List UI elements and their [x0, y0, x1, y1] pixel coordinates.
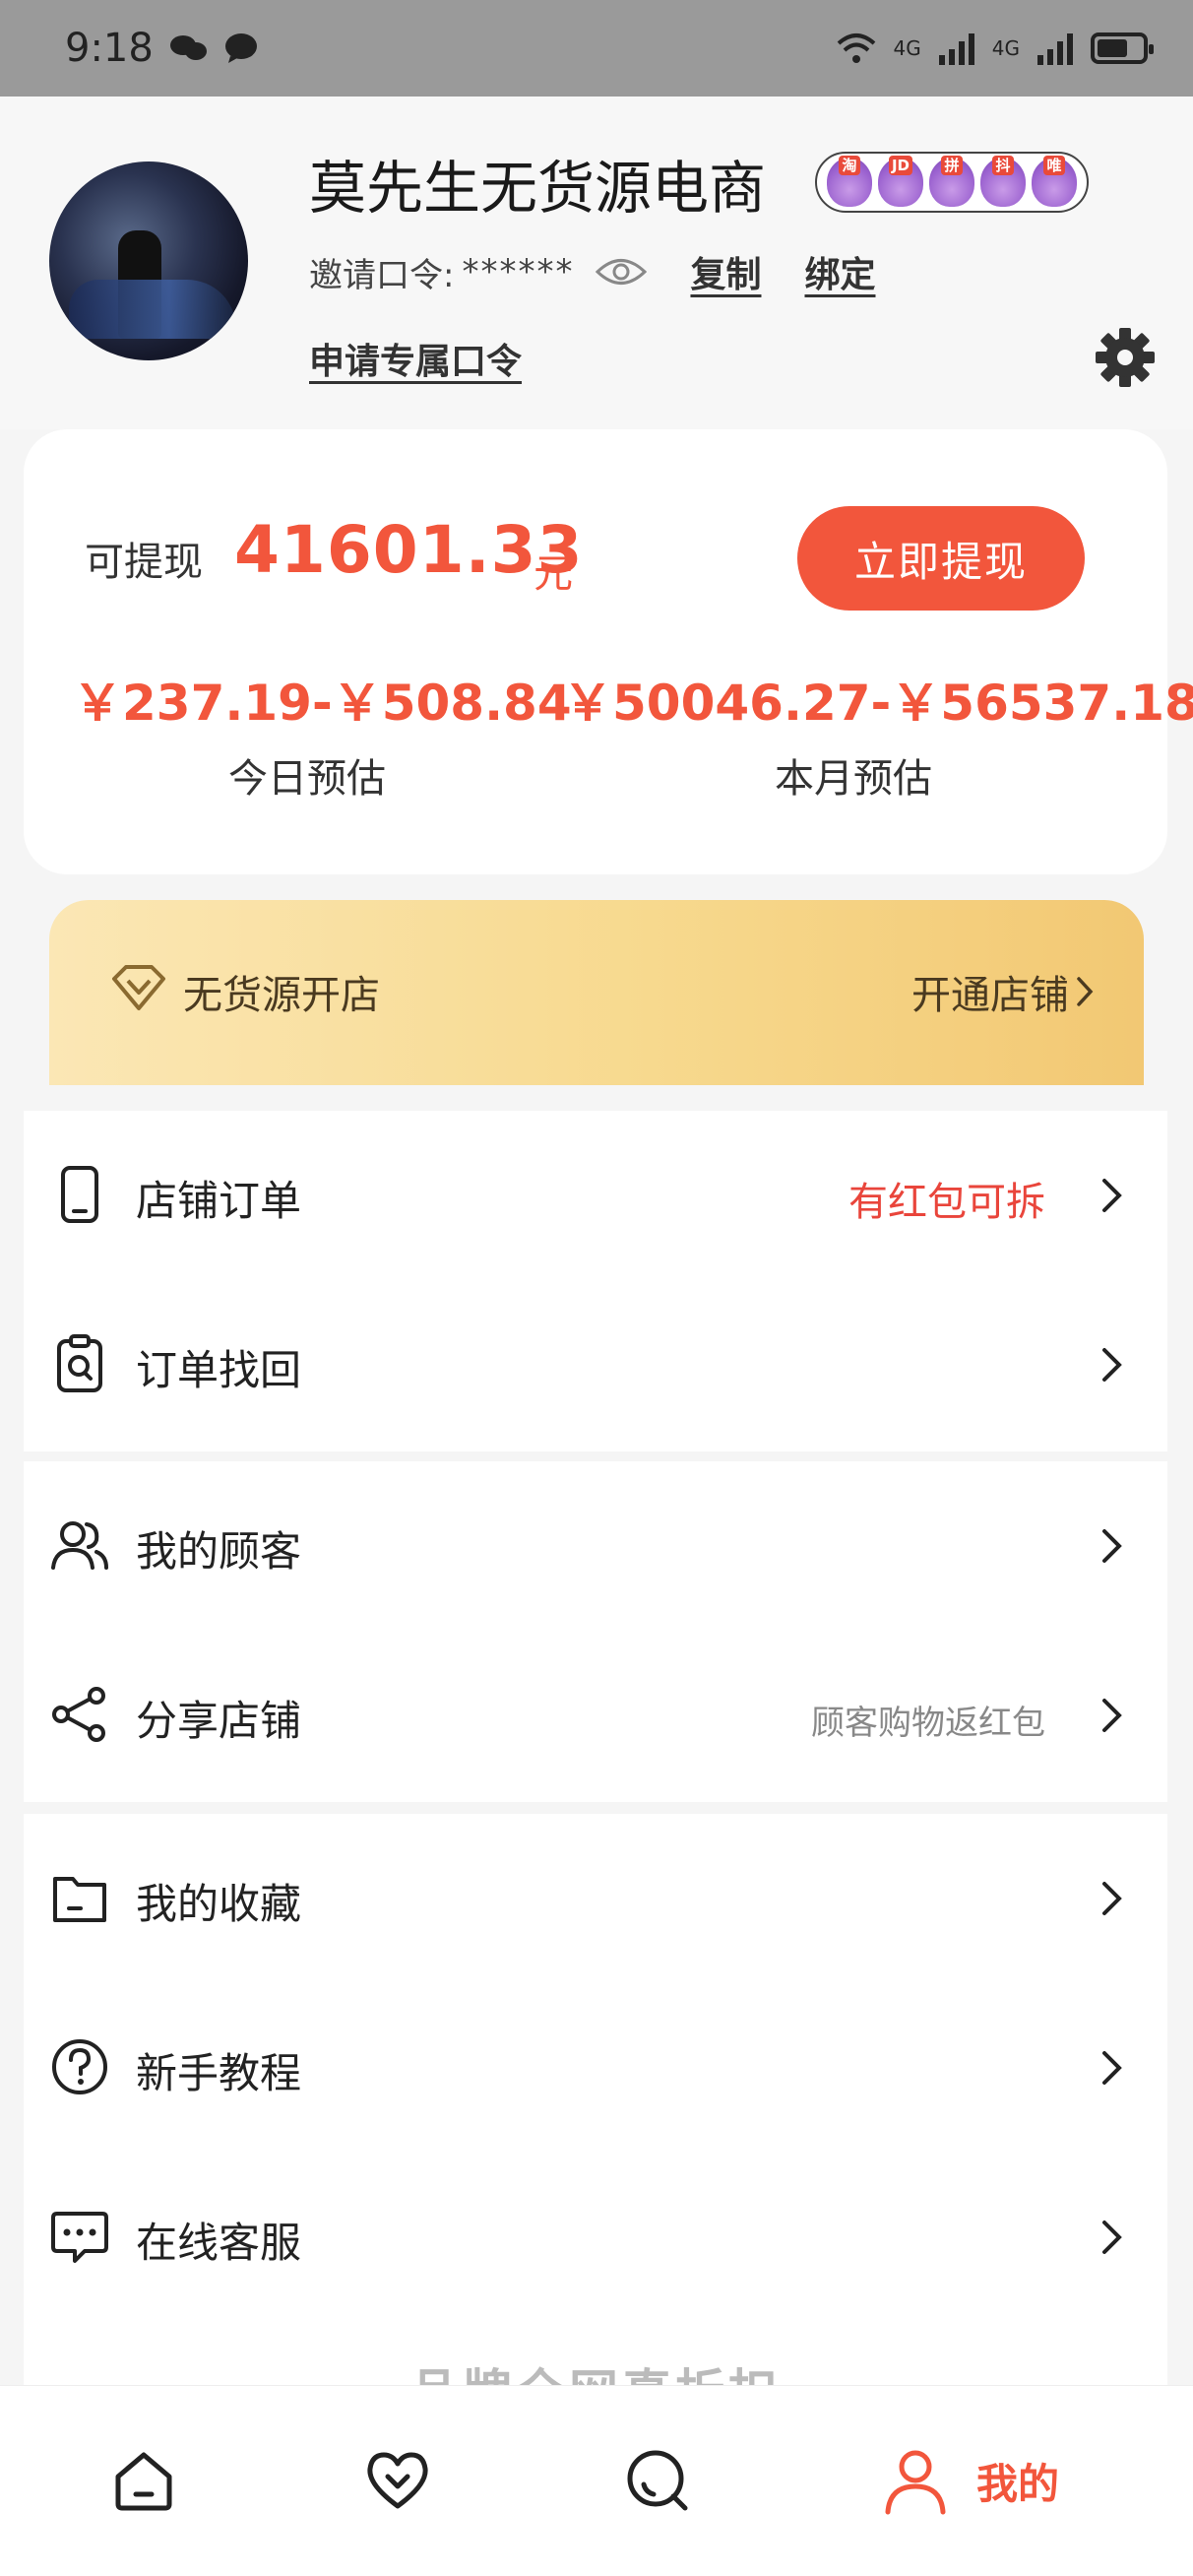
user-icon — [885, 2450, 946, 2515]
promo-section-peek: 品牌全网真折扣 — [24, 2326, 1167, 2385]
heart-icon — [367, 2452, 428, 2509]
promo-title: 品牌全网真折扣 — [24, 2353, 1167, 2385]
platform-badge: 拼 — [929, 156, 974, 207]
chat-icon — [51, 2212, 108, 2263]
month-range: ￥50046.27-￥56537.18 — [563, 675, 1193, 732]
avatar[interactable] — [49, 161, 248, 360]
users-icon — [51, 1521, 108, 1570]
shop-name: 莫先生无货源电商 — [309, 155, 767, 222]
copy-button[interactable]: 复制 — [690, 246, 761, 297]
invite-code: ****** — [462, 252, 575, 291]
share-hint: 顾客购物返红包 — [811, 1704, 1045, 1743]
eye-icon[interactable] — [596, 255, 648, 289]
menu-item-label: 在线客服 — [136, 2219, 302, 2267]
today-range: ￥237.19-￥508.84 — [73, 675, 572, 732]
open-shop-banner[interactable]: 无货源开店 开通店铺 — [49, 900, 1144, 1085]
withdraw-unit: 元 — [534, 551, 573, 597]
chevron-right-icon — [1102, 1699, 1122, 1732]
menu-item-label: 店铺订单 — [136, 1177, 302, 1225]
chevron-right-icon — [1102, 2051, 1122, 2085]
menu-group-misc: 我的收藏 新手教程 在线客服 — [24, 1814, 1167, 2326]
menu-item-order-recovery[interactable]: 订单找回 — [24, 1280, 1167, 1449]
share-icon — [52, 1687, 105, 1742]
chevron-right-icon — [1077, 977, 1094, 1006]
battery-icon — [1091, 32, 1154, 64]
menu-item-label: 订单找回 — [136, 1346, 302, 1394]
help-icon — [52, 2039, 107, 2094]
tab-mine[interactable]: 我的 — [880, 2439, 1059, 2522]
red-packet-hint: 有红包可拆 — [848, 1180, 1045, 1225]
open-shop-link[interactable]: 开通店铺 — [911, 963, 1069, 1020]
network-label-1: 4G — [893, 36, 921, 60]
banner-label: 无货源开店 — [183, 973, 380, 1018]
bottom-tab-bar: 我的 — [0, 2385, 1193, 2576]
tab-mine-label: 我的 — [976, 2459, 1060, 2508]
menu-item-share-shop[interactable]: 分享店铺 顾客购物返红包 — [24, 1631, 1167, 1800]
signal-icon-2 — [1037, 32, 1073, 65]
today-label: 今日预估 — [228, 756, 386, 802]
bind-button[interactable]: 绑定 — [804, 246, 875, 297]
network-label-2: 4G — [991, 36, 1020, 60]
withdraw-label: 可提现 — [85, 540, 203, 585]
profile-header: 莫先生无货源电商 淘 JD 拼 抖 唯 邀请口令: ****** 复制 绑定 申… — [0, 97, 1193, 429]
search-icon — [627, 2450, 688, 2511]
withdraw-amount: 41601.33 — [234, 512, 584, 588]
withdraw-button[interactable]: 立即提现 — [797, 506, 1085, 611]
menu-item-favorites[interactable]: 我的收藏 — [24, 1814, 1167, 1983]
chevron-right-icon — [1102, 1882, 1122, 1915]
platform-badge: 抖 — [980, 156, 1026, 207]
platform-badge: 淘 — [827, 156, 872, 207]
menu-item-my-customers[interactable]: 我的顾客 — [24, 1461, 1167, 1631]
gear-icon[interactable] — [1095, 327, 1156, 388]
invite-row: 邀请口令: ****** 复制 绑定 — [309, 246, 876, 297]
invite-label: 邀请口令: — [309, 255, 455, 295]
platform-badge: JD — [878, 156, 923, 207]
diamond-icon — [112, 965, 165, 1010]
menu-item-shop-orders[interactable]: 店铺订单 有红包可拆 — [24, 1111, 1167, 1280]
signal-icon — [938, 32, 974, 65]
month-estimate: ￥50046.27-￥56537.18 本月预估 — [563, 664, 1193, 804]
menu-group-customers: 我的顾客 分享店铺 顾客购物返红包 — [24, 1461, 1167, 1802]
menu-item-label: 我的顾客 — [136, 1527, 302, 1576]
phone-icon — [61, 1166, 98, 1223]
wifi-icon — [837, 33, 875, 63]
today-estimate: ￥237.19-￥508.84 今日预估 — [73, 664, 572, 804]
status-time: 9:18 — [65, 26, 154, 71]
platform-badges[interactable]: 淘 JD 拼 抖 唯 — [815, 152, 1089, 213]
chevron-right-icon — [1102, 2221, 1122, 2254]
status-bar: 9:18 4G 4G — [0, 0, 1193, 97]
message-icon — [224, 33, 257, 63]
chevron-right-icon — [1102, 1529, 1122, 1563]
clipboard-search-icon — [57, 1334, 102, 1392]
balance-card: 可提现 41601.33 元 立即提现 ￥237.19-￥508.84 今日预估… — [24, 429, 1193, 874]
platform-badge: 唯 — [1032, 156, 1077, 207]
month-label: 本月预估 — [775, 756, 932, 802]
folder-icon — [53, 1877, 106, 1922]
menu-group-orders: 店铺订单 有红包可拆 订单找回 — [24, 1111, 1167, 1451]
menu-item-tutorial[interactable]: 新手教程 — [24, 1983, 1167, 2153]
apply-code-link[interactable]: 申请专属口令 — [309, 333, 522, 384]
tab-search[interactable] — [622, 2439, 693, 2522]
tab-favorites[interactable] — [362, 2439, 433, 2522]
tab-home[interactable] — [108, 2439, 179, 2522]
menu-item-customer-service[interactable]: 在线客服 — [24, 2153, 1167, 2322]
menu-item-label: 我的收藏 — [136, 1880, 302, 1928]
menu-item-label: 新手教程 — [136, 2049, 302, 2097]
chevron-right-icon — [1102, 1348, 1122, 1382]
wechat-icon — [169, 35, 207, 60]
menu-item-label: 分享店铺 — [136, 1697, 302, 1745]
home-icon — [115, 2452, 172, 2511]
chevron-right-icon — [1102, 1179, 1122, 1212]
